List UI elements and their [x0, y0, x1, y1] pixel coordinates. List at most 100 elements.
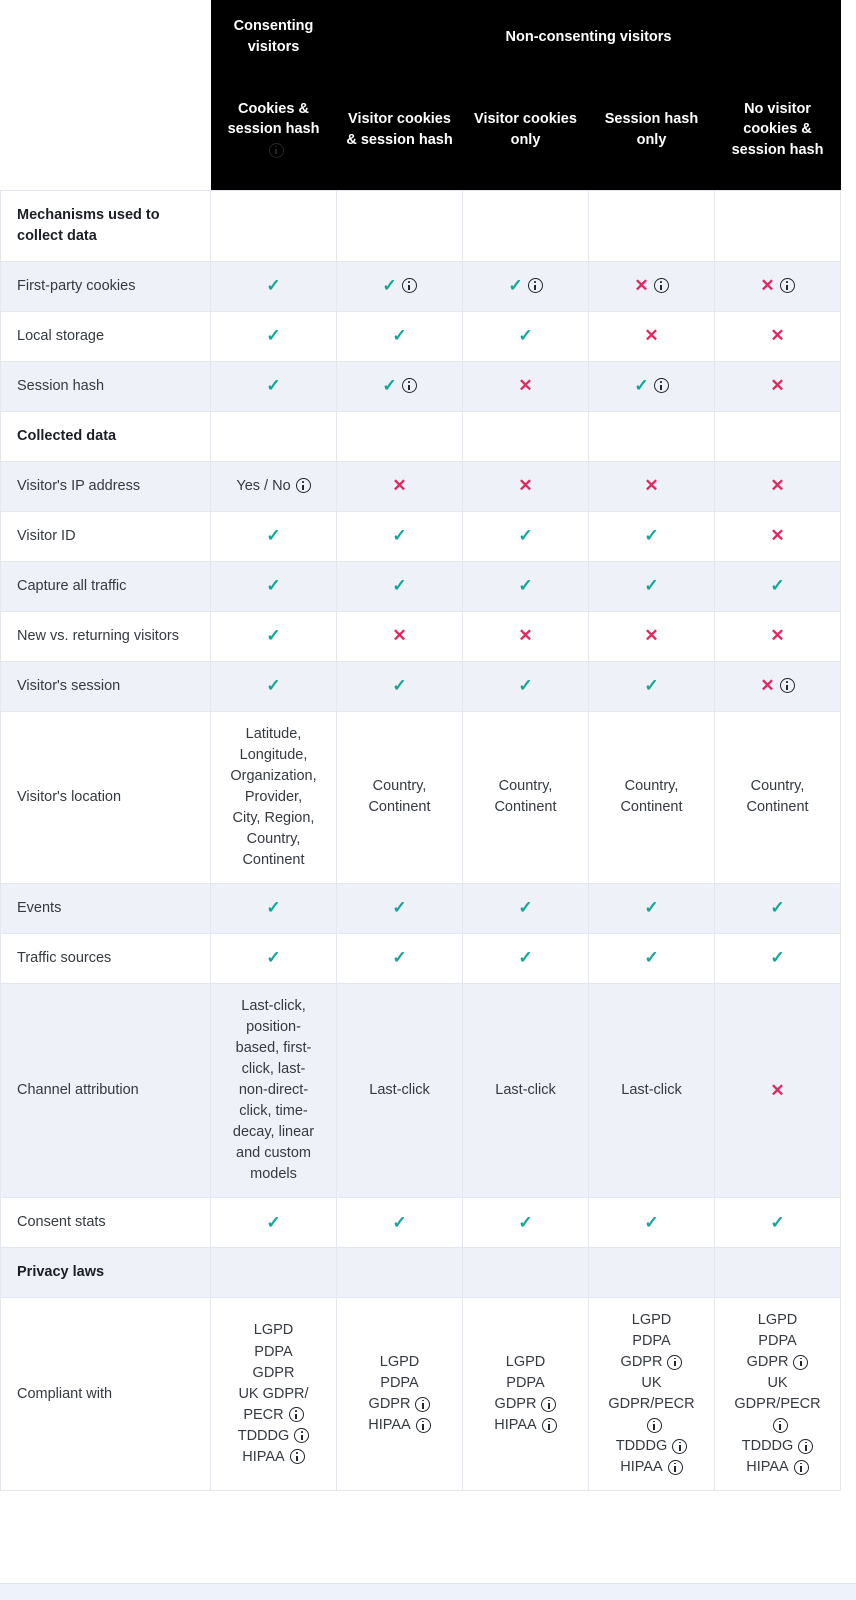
check-cell: ✓: [588, 660, 715, 712]
compliance-item: TDDDG: [723, 1436, 832, 1457]
info-icon[interactable]: [294, 1428, 310, 1444]
info-icon[interactable]: [779, 278, 795, 294]
table-row: First-party cookies ✓ ✓ ✓ ✕ ✕: [0, 260, 842, 312]
cell-text-lines: Last-click, position-based, first-click, …: [219, 996, 328, 1185]
empty-cell: [210, 1246, 337, 1298]
info-icon[interactable]: [667, 1459, 683, 1475]
cross-cell: ✕: [713, 460, 842, 512]
table-row: Privacy laws: [0, 1246, 842, 1298]
cross-icon: ✕: [644, 326, 659, 346]
header-col-label: Visitor cookies only: [474, 111, 577, 148]
cell-text-line: Country,: [246, 830, 301, 847]
check-cell: ✓: [336, 260, 463, 312]
check-cell: ✓: [462, 882, 589, 934]
info-icon[interactable]: [672, 1438, 688, 1454]
info-icon[interactable]: [772, 1417, 788, 1433]
cross-cell: ✕: [588, 260, 715, 312]
cross-icon: ✕: [518, 626, 533, 646]
check-icon: ✓: [382, 276, 397, 296]
feature-comparison-table: Consenting visitors Non-consenting visit…: [0, 0, 842, 1492]
table-row: Consent stats ✓ ✓ ✓ ✓ ✓: [0, 1196, 842, 1248]
info-icon[interactable]: [798, 1438, 814, 1454]
info-icon[interactable]: [653, 378, 669, 394]
info-icon[interactable]: [527, 278, 543, 294]
compliance-item: GDPR: [252, 1364, 295, 1381]
compliance-item: LGPD: [757, 1311, 798, 1328]
check-cell: ✓: [336, 1196, 463, 1248]
compliance-item: HIPAA: [471, 1415, 580, 1436]
info-icon[interactable]: [779, 678, 795, 694]
table-row: Compliant with LGPD PDPA GDPR UK GDPR/PECR TD…: [0, 1296, 842, 1492]
feature-label-cell: Compliant with: [0, 1296, 211, 1492]
check-cell: ✓: [210, 310, 337, 362]
info-icon[interactable]: [268, 142, 284, 158]
comparison-table-page: Consenting visitors Non-consenting visit…: [0, 0, 856, 1600]
check-cell: ✓: [713, 560, 842, 612]
info-icon[interactable]: [289, 1449, 305, 1465]
cross-cell: ✕: [336, 460, 463, 512]
compliance-list: LGPD PDPA GDPR UK GDPR/PECR TDDDG HIPAA: [219, 1320, 328, 1467]
info-icon[interactable]: [288, 1407, 304, 1423]
check-icon: ✓: [770, 576, 785, 596]
check-cell: ✓: [210, 610, 337, 662]
info-icon[interactable]: [415, 1417, 431, 1433]
info-icon[interactable]: [541, 1417, 557, 1433]
info-icon[interactable]: [401, 278, 417, 294]
header-group-row: Consenting visitors Non-consenting visit…: [0, 0, 841, 74]
check-cell: ✓: [588, 882, 715, 934]
section-header-cell: Collected data: [0, 410, 211, 462]
cell-text-line: position-: [246, 1018, 301, 1035]
info-icon[interactable]: [541, 1396, 557, 1412]
check-cell: ✓: [462, 260, 589, 312]
cross-cell: ✕: [588, 310, 715, 362]
check-icon: ✓: [634, 376, 649, 396]
check-cell: ✓: [713, 1196, 842, 1248]
cell-text-line: and custom: [236, 1144, 311, 1161]
info-icon[interactable]: [793, 1354, 809, 1370]
cross-cell: ✕: [588, 610, 715, 662]
compliance-item: UK GDPR/: [238, 1385, 309, 1402]
info-icon[interactable]: [401, 378, 417, 394]
check-cell: ✓: [336, 560, 463, 612]
check-icon: ✓: [266, 1212, 281, 1232]
info-icon[interactable]: [295, 478, 311, 494]
compliance-item: PECR: [219, 1405, 328, 1426]
check-icon: ✓: [508, 276, 523, 296]
cross-icon: ✕: [392, 626, 407, 646]
table-row: Visitor's location Latitude, Longitude, Org…: [0, 710, 842, 884]
info-icon[interactable]: [653, 278, 669, 294]
cell-text-lines: Country, Continent: [723, 776, 832, 818]
table-body: Mechanisms used to collect data First-par…: [0, 189, 842, 1492]
check-icon: ✓: [266, 526, 281, 546]
cell-text-line: models: [250, 1165, 297, 1182]
feature-label-cell: Local storage: [0, 310, 211, 362]
cell-text-lines: Country, Continent: [345, 776, 454, 818]
header-col-label: No visitor cookies & session hash: [731, 100, 824, 159]
cell-text-line: Continent: [242, 851, 305, 868]
empty-cell: [713, 410, 842, 462]
cross-cell: ✕: [462, 610, 589, 662]
info-icon[interactable]: [646, 1417, 662, 1433]
cell-text-line: Provider,: [244, 788, 303, 805]
cross-cell: ✕: [462, 460, 589, 512]
table-row: Visitor ID ✓ ✓ ✓ ✓ ✕: [0, 510, 842, 562]
header-col-label: Session hash only: [604, 111, 699, 148]
multiline-cell: Country, Continent: [713, 710, 842, 884]
cross-icon: ✕: [634, 276, 649, 296]
empty-cell: [210, 410, 337, 462]
check-cell: ✓: [588, 560, 715, 612]
cell-text-line: Continent: [494, 799, 557, 816]
info-icon[interactable]: [793, 1459, 809, 1475]
table-row: Visitor's session ✓ ✓ ✓ ✓ ✕: [0, 660, 842, 712]
compliance-item: HIPAA: [597, 1457, 706, 1478]
feature-label-cell: Traffic sources: [0, 932, 211, 984]
cross-icon: ✕: [770, 1080, 785, 1100]
check-cell: ✓: [462, 1196, 589, 1248]
info-icon[interactable]: [415, 1396, 431, 1412]
check-cell: ✓: [588, 1196, 715, 1248]
check-icon: ✓: [518, 526, 533, 546]
cross-icon: ✕: [644, 476, 659, 496]
cell-text-line: Last-click,: [241, 997, 306, 1014]
info-icon[interactable]: [667, 1354, 683, 1370]
compliance-item: [597, 1415, 706, 1436]
